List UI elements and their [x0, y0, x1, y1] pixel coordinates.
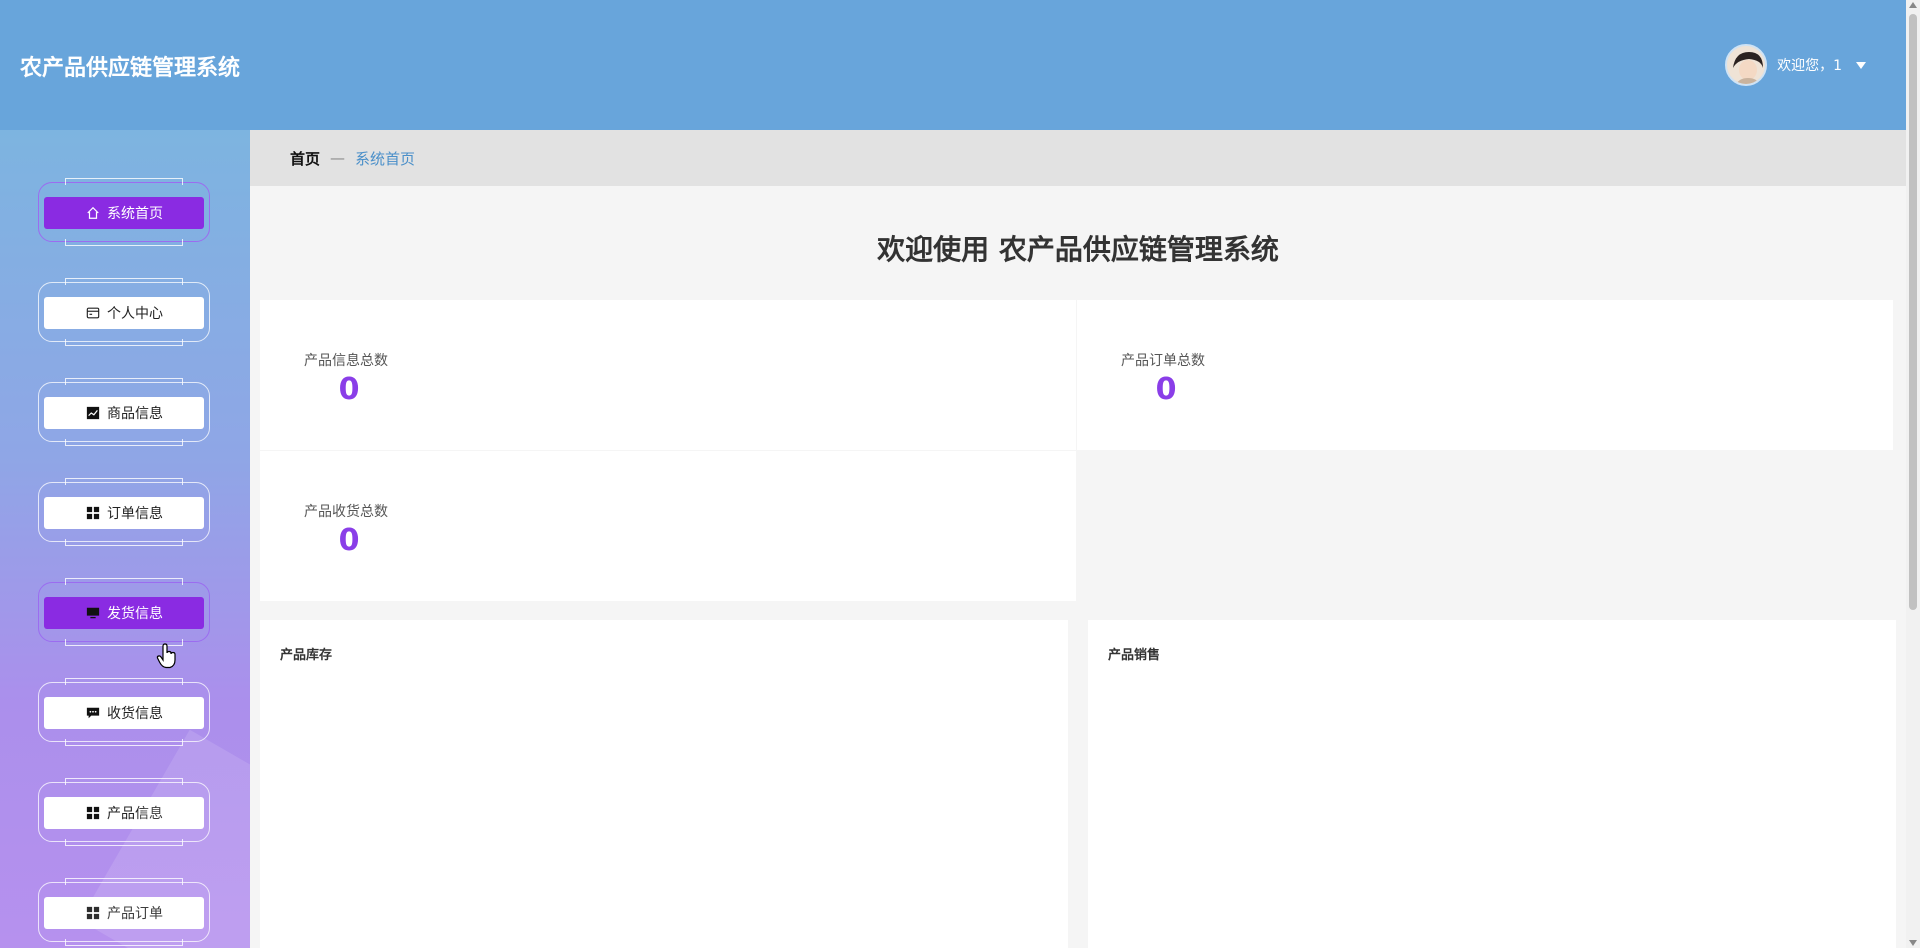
message-icon — [85, 705, 101, 721]
breadcrumb-separator: — — [330, 149, 346, 167]
app-title: 农产品供应链管理系统 — [20, 56, 241, 81]
stat-label: 产品信息总数 — [304, 353, 388, 369]
sidebar-item-receiving[interactable]: 收货信息 — [38, 678, 210, 746]
breadcrumb: 首页 — 系统首页 — [250, 130, 1906, 186]
sidebar-item-products[interactable]: 产品信息 — [38, 778, 210, 846]
user-greeting: 欢迎您，1 — [1777, 58, 1842, 74]
sidebar-item-label: 产品订单 — [107, 906, 163, 922]
grid-icon — [85, 505, 101, 521]
avatar[interactable] — [1725, 44, 1768, 86]
stat-label: 产品收货总数 — [304, 504, 388, 520]
hand-cursor-icon — [156, 643, 178, 669]
sidebar-item-goods[interactable]: 商品信息 — [38, 378, 210, 446]
scroll-up-icon[interactable] — [1909, 2, 1917, 8]
sidebar-item-home[interactable]: 系统首页 — [38, 178, 210, 246]
breadcrumb-current[interactable]: 系统首页 — [355, 148, 415, 169]
stat-card-order-total: 产品订单总数 0 — [1077, 300, 1893, 450]
chevron-down-icon[interactable] — [1856, 61, 1866, 69]
stat-value: 0 — [338, 523, 360, 558]
chart-panel-inventory: 产品库存 — [260, 620, 1068, 948]
monitor-icon — [85, 605, 101, 621]
sidebar-item-orders[interactable]: 订单信息 — [38, 478, 210, 546]
breadcrumb-home[interactable]: 首页 — [290, 148, 320, 169]
stat-label: 产品订单总数 — [1121, 353, 1205, 369]
stat-card-product-total: 产品信息总数 0 — [260, 300, 1076, 450]
stat-card-receiving-total: 产品收货总数 0 — [260, 451, 1076, 601]
sidebar-item-label: 系统首页 — [107, 206, 163, 222]
sidebar-item-label: 个人中心 — [107, 306, 163, 322]
sidebar-item-label: 收货信息 — [107, 706, 163, 722]
sidebar-item-profile[interactable]: 个人中心 — [38, 278, 210, 346]
scroll-down-icon[interactable] — [1909, 940, 1917, 946]
home-icon — [85, 205, 101, 221]
top-header: 农产品供应链管理系统 欢迎您，1 — [0, 0, 1906, 130]
page-title: 欢迎使用 农产品供应链管理系统 — [877, 233, 1279, 266]
sidebar-item-product-orders[interactable]: 产品订单 — [38, 878, 210, 946]
sidebar-item-label: 产品信息 — [107, 806, 163, 822]
sidebar-item-shipping[interactable]: 发货信息 — [38, 578, 210, 646]
panel-title: 产品销售 — [1108, 648, 1161, 663]
stat-value: 0 — [338, 372, 360, 407]
sidebar-item-label: 商品信息 — [107, 406, 163, 422]
scroll-thumb[interactable] — [1909, 14, 1917, 610]
scrollbar[interactable] — [1906, 0, 1920, 948]
chart-line-icon — [85, 405, 101, 421]
chart-panel-sales: 产品销售 — [1088, 620, 1896, 948]
grid-icon — [85, 905, 101, 921]
grid-icon — [85, 805, 101, 821]
user-menu[interactable]: 欢迎您，1 — [1725, 44, 1866, 86]
panel-title: 产品库存 — [280, 648, 333, 663]
sidebar-item-label: 发货信息 — [107, 606, 163, 622]
sidebar: 系统首页 个人中心 商品信息 订单信息 发货信息 收货信息 产品信息 产品订单 — [0, 130, 250, 948]
card-icon — [85, 305, 101, 321]
stat-value: 0 — [1155, 372, 1177, 407]
sidebar-item-label: 订单信息 — [107, 506, 163, 522]
